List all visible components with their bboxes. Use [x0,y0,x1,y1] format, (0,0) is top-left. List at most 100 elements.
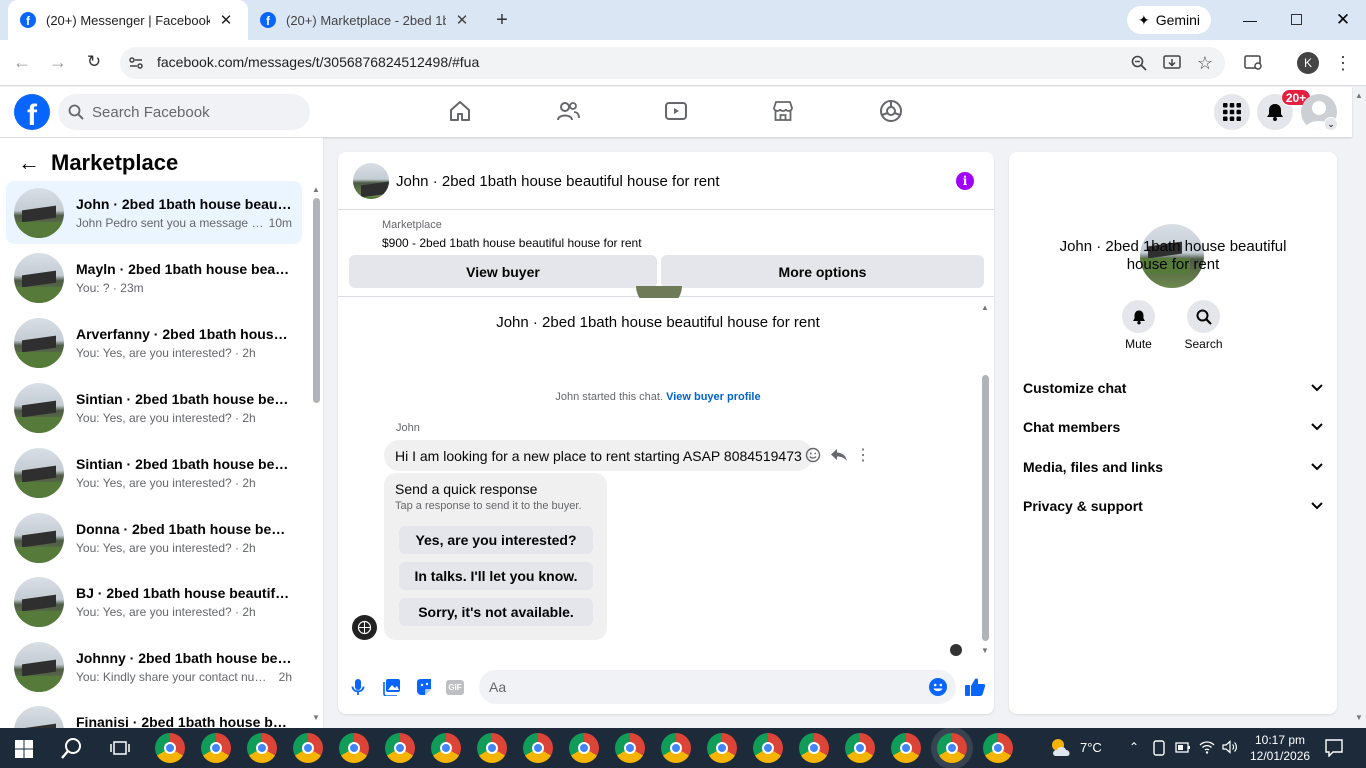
chrome-taskbar-icon[interactable] [661,733,691,763]
view-buyer-profile-link[interactable]: View buyer profile [666,391,761,403]
taskbar-search-icon[interactable] [61,737,83,759]
message-composer-input[interactable]: Aa [479,670,956,704]
close-tab-icon[interactable]: ✕ [216,10,236,30]
conversation-item[interactable]: BJ · 2bed 1bath house beautiful house fo… [6,570,302,633]
show-hidden-icons-icon[interactable]: ⌃ [1127,740,1141,754]
quick-response-unavailable-button[interactable]: Sorry, it's not available. [399,598,593,626]
quick-response-yes-button[interactable]: Yes, are you interested? [399,526,593,554]
chrome-taskbar-icon[interactable] [247,733,277,763]
task-view-icon[interactable] [110,739,130,757]
conversation-item[interactable]: Finanisi · 2bed 1bath house beautiful ho… [6,700,302,728]
chrome-taskbar-icon[interactable] [431,733,461,763]
message-bubble[interactable]: Hi I am looking for a new place to rent … [384,440,813,471]
chrome-taskbar-icon[interactable] [799,733,829,763]
search-conversation-icon[interactable] [1187,300,1220,333]
chrome-taskbar-icon[interactable] [615,733,645,763]
chrome-taskbar-icon[interactable] [523,733,553,763]
quick-response-talks-button[interactable]: In talks. I'll let you know. [399,562,593,590]
page-scroll-up-icon[interactable]: ▲ [1354,90,1364,100]
thumbs-up-icon[interactable] [964,677,986,697]
profile-avatar[interactable]: K [1297,52,1319,74]
scroll-up-arrow-icon[interactable]: ▲ [311,184,321,194]
forward-arrow-icon[interactable]: → [48,52,68,72]
notification-center-icon[interactable] [1325,739,1343,757]
privacy-support-section[interactable]: Privacy & support [1023,494,1323,518]
gemini-button[interactable]: ✦ Gemini [1127,6,1211,34]
install-app-icon[interactable] [1163,54,1181,72]
chrome-taskbar-icon[interactable] [385,733,415,763]
menu-grid-icon[interactable] [1214,94,1250,130]
scroll-down-arrow-icon[interactable]: ▼ [311,712,321,722]
bookmark-star-icon[interactable]: ☆ [1195,53,1215,73]
volume-icon[interactable] [1222,740,1238,754]
conversation-item[interactable]: Johnny · 2bed 1bath house beautiful hous… [6,635,302,698]
media-files-links-section[interactable]: Media, files and links [1023,455,1323,479]
chrome-taskbar-icon[interactable] [845,733,875,763]
more-options-button[interactable]: More options [661,255,984,288]
chat-members-section[interactable]: Chat members [1023,415,1323,439]
facebook-search-input[interactable]: Search Facebook [58,94,310,130]
chat-scrollbar-thumb[interactable] [982,375,989,641]
react-emoji-icon[interactable] [805,447,821,463]
sticker-icon[interactable] [415,678,433,696]
marketplace-icon[interactable] [771,99,795,123]
chrome-taskbar-icon[interactable] [753,733,783,763]
chrome-taskbar-icon[interactable] [891,733,921,763]
weather-icon[interactable] [1048,736,1074,758]
page-scroll-down-icon[interactable]: ▼ [1354,712,1364,722]
back-arrow-icon[interactable]: ← [12,52,32,72]
friends-icon[interactable] [556,99,580,123]
chrome-taskbar-icon[interactable] [293,733,323,763]
gif-icon[interactable]: GIF [446,680,464,695]
maximize-window-icon[interactable] [1291,14,1302,25]
conversation-item[interactable]: Sintian · 2bed 1bath house beautiful hou… [6,441,302,504]
browser-tab-messenger[interactable]: f (20+) Messenger | Facebook ✕ [8,0,248,40]
tab-search-icon[interactable] [1244,54,1264,72]
device-icon[interactable] [1152,740,1166,756]
reply-icon[interactable] [830,447,848,463]
facebook-logo[interactable]: f [14,94,50,132]
new-tab-button[interactable]: + [490,8,514,32]
clock-time[interactable]: 10:17 pm [1250,733,1310,747]
listing-price-title[interactable]: $900 - 2bed 1bath house beautiful house … [382,236,642,250]
sidebar-scrollbar-thumb[interactable] [313,198,320,403]
account-chevron-icon[interactable]: ⌄ [1324,117,1338,131]
clock-date[interactable]: 12/01/2026 [1250,749,1310,763]
chrome-taskbar-icon[interactable] [339,733,369,763]
chrome-taskbar-icon[interactable] [983,733,1013,763]
conversation-item[interactable]: Sintian · 2bed 1bath house beautiful hou… [6,376,302,439]
zoom-icon[interactable] [1131,55,1147,71]
video-icon[interactable] [664,99,688,123]
chrome-taskbar-icon[interactable] [569,733,599,763]
windows-start-icon[interactable] [15,740,33,758]
photo-gallery-icon[interactable] [383,679,400,696]
close-window-icon[interactable]: ✕ [1333,10,1353,30]
customize-chat-section[interactable]: Customize chat [1023,376,1323,400]
chat-header-title[interactable]: John · 2bed 1bath house beautiful house … [396,173,720,190]
site-settings-icon[interactable] [128,55,144,71]
wifi-icon[interactable] [1199,740,1215,754]
chat-header-avatar[interactable] [353,163,389,199]
home-icon[interactable] [448,99,472,123]
mute-bell-icon[interactable] [1122,300,1155,333]
emoji-icon[interactable] [929,678,947,696]
chrome-taskbar-icon[interactable] [155,733,185,763]
microphone-icon[interactable] [350,678,366,696]
battery-icon[interactable] [1175,741,1191,754]
chrome-taskbar-icon[interactable] [937,733,967,763]
chrome-taskbar-icon[interactable] [707,733,737,763]
chrome-taskbar-icon[interactable] [477,733,507,763]
gaming-icon[interactable] [879,99,903,123]
conversation-item[interactable]: John · 2bed 1bath house beautiful house … [6,181,302,244]
browser-menu-icon[interactable]: ⋮ [1334,52,1352,74]
conversation-item[interactable]: Arverfanny · 2bed 1bath house beautiful … [6,311,302,374]
view-buyer-button[interactable]: View buyer [349,255,657,288]
scroll-up-arrow-icon[interactable]: ▲ [980,302,990,312]
close-tab-icon[interactable]: ✕ [452,10,472,30]
chrome-taskbar-icon[interactable] [201,733,231,763]
scroll-down-arrow-icon[interactable]: ▼ [980,645,990,655]
more-actions-icon[interactable]: ⋮ [855,446,871,464]
back-arrow-icon[interactable]: ← [18,150,40,175]
reload-icon[interactable]: ↻ [84,52,104,72]
info-icon[interactable]: i [956,172,974,190]
